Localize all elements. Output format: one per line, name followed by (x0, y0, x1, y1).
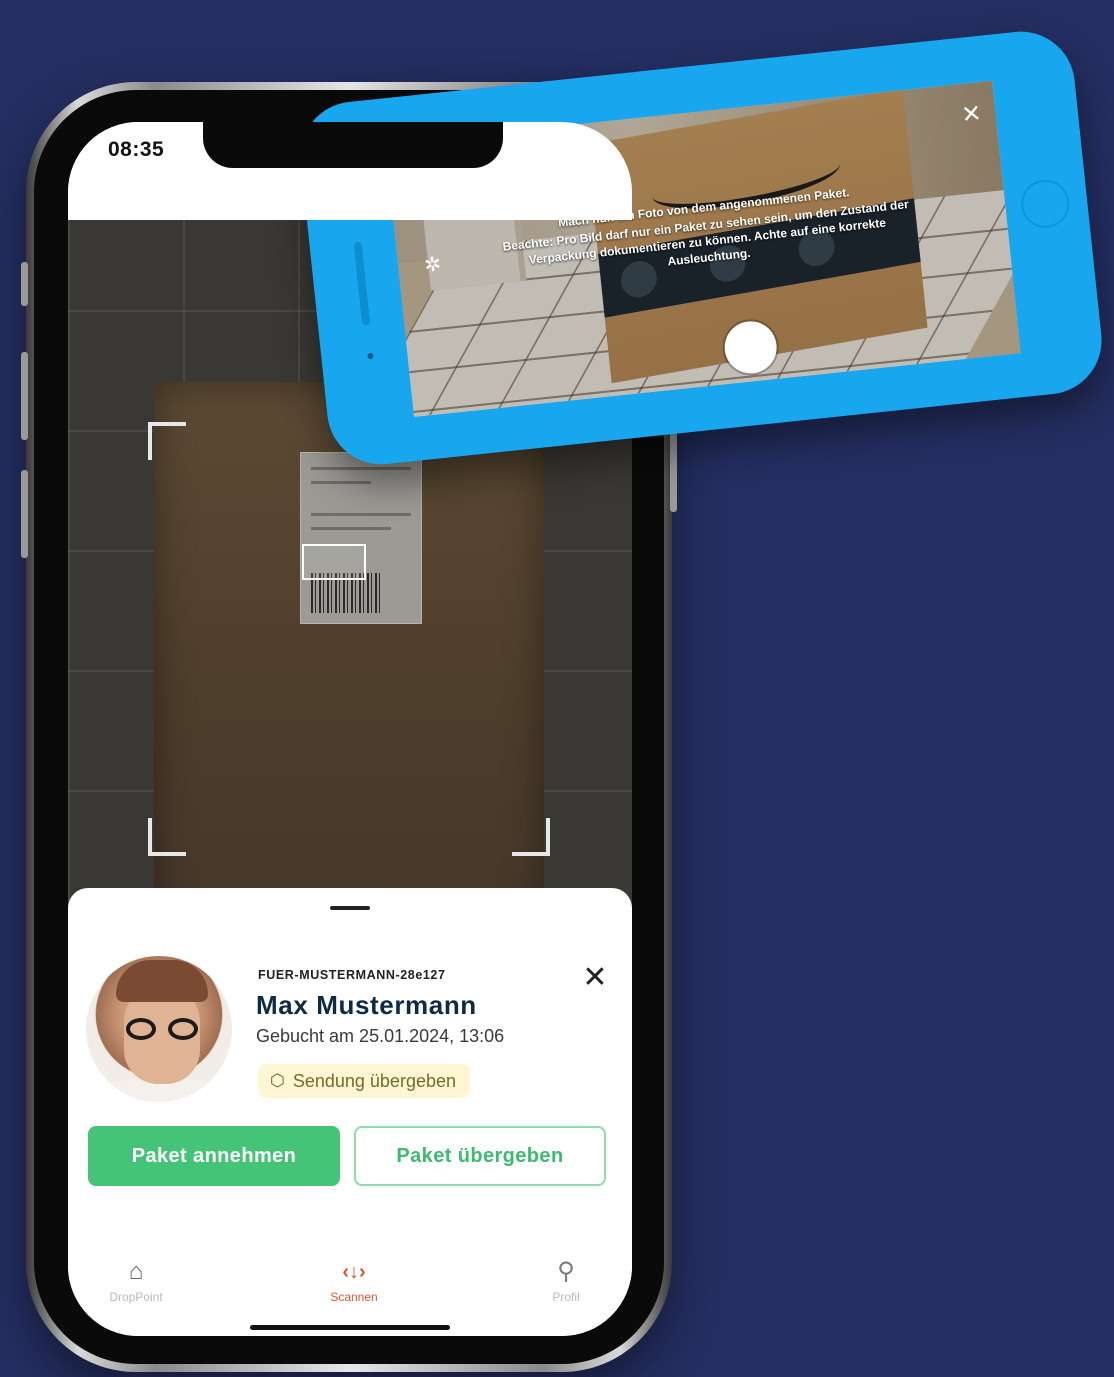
earpiece-speaker (353, 241, 371, 326)
scan-frame-corner (148, 818, 186, 856)
label-line (311, 527, 391, 530)
mute-switch (21, 262, 28, 306)
notch (203, 122, 503, 168)
tab-scannen[interactable]: ‹↓› Scannen (304, 1258, 404, 1304)
sheet-drag-handle[interactable] (330, 906, 370, 910)
scan-icon: ‹↓› (342, 1261, 366, 1283)
status-badge-label: Sendung übergeben (292, 1070, 456, 1091)
avatar-glasses (126, 1018, 198, 1042)
scan-frame-corner (512, 818, 550, 856)
volume-down-button (21, 470, 28, 558)
package-icon: ⬡ (270, 1071, 285, 1090)
person-icon: ⚲ (557, 1258, 575, 1285)
volume-up-button (21, 352, 28, 440)
status-badge: ⬡ Sendung übergeben (258, 1064, 470, 1098)
recipient-name: Max Mustermann (256, 990, 477, 1020)
tab-label: Profil (552, 1290, 580, 1304)
home-button (1018, 177, 1072, 231)
close-icon[interactable]: ✕ (581, 963, 609, 993)
hand-over-package-button[interactable]: Paket übergeben (354, 1126, 606, 1186)
front-camera (367, 352, 374, 360)
accept-package-button[interactable]: Paket annehmen (88, 1126, 340, 1186)
close-icon[interactable]: ✕ (960, 100, 983, 129)
label-line (311, 467, 411, 470)
label-line (311, 481, 371, 484)
avatar-hair (116, 960, 208, 1002)
booking-date: Gebucht am 25.01.2024, 13:06 (256, 1026, 505, 1046)
scan-frame-corner (148, 422, 186, 460)
tab-droppoint[interactable]: ⌂ DropPoint (86, 1258, 186, 1304)
label-line (311, 513, 411, 516)
shipping-label (300, 452, 422, 624)
tab-label: DropPoint (109, 1290, 163, 1304)
tab-label: Scannen (330, 1290, 378, 1304)
avatar (86, 956, 232, 1102)
barcode-scan-highlight (302, 544, 366, 580)
flash-icon[interactable]: ✲ (423, 251, 442, 278)
status-time: 08:35 (108, 138, 165, 161)
home-indicator (250, 1325, 450, 1330)
inbox-icon: ⌂ (128, 1258, 144, 1285)
tab-profil[interactable]: ⚲ Profil (516, 1258, 616, 1304)
booking-id: FUER-MUSTERMANN-28e127 (258, 968, 446, 982)
package-bottom-sheet: FUER-MUSTERMANN-28e127 Max Mustermann Ge… (68, 888, 632, 1336)
